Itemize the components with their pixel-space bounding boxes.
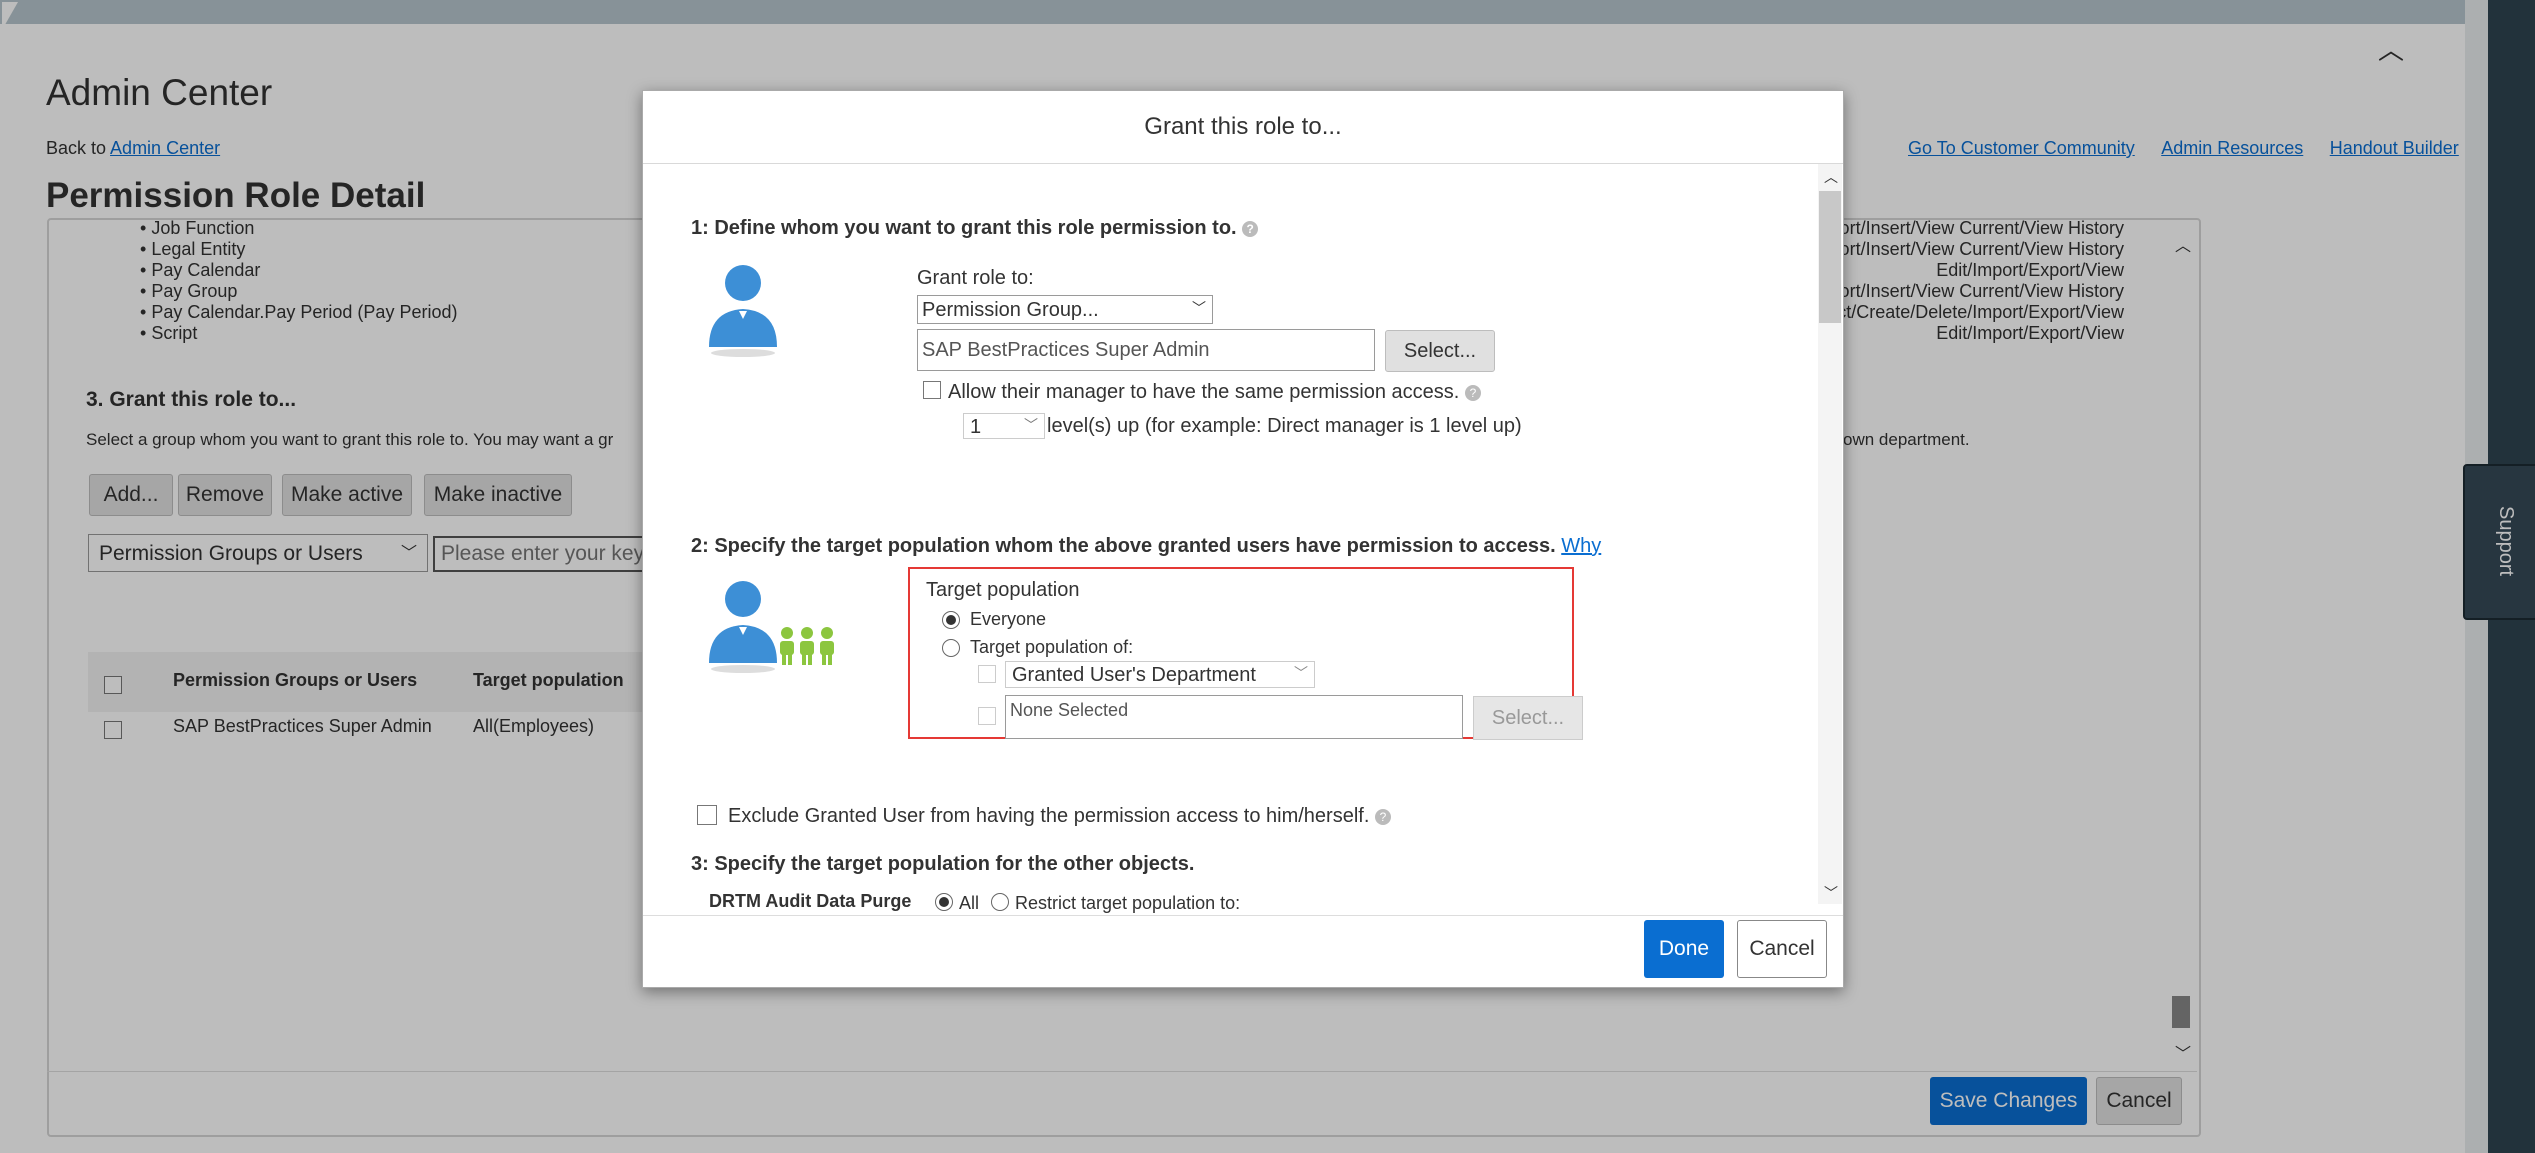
grant-role-dialog: Grant this role to... ︿ ﹀ 1: Define whom… — [642, 90, 1844, 988]
target-of-label: Target population of: — [970, 637, 1134, 657]
target-population-icon — [703, 577, 853, 682]
drtm-label: DRTM Audit Data Purge — [709, 891, 912, 911]
done-button[interactable]: Done — [1644, 920, 1724, 978]
level-value: 1 — [970, 416, 982, 438]
help-icon[interactable]: ? — [1374, 808, 1391, 825]
grant-type-value: Permission Group... — [922, 299, 1099, 321]
dialog-title: Grant this role to... — [643, 91, 1843, 164]
dialog-footer-divider — [643, 915, 1843, 916]
allow-manager-label: Allow their manager to have the same per… — [948, 381, 1481, 404]
dialog-scrollbar-thumb[interactable] — [1819, 191, 1841, 323]
target-population-box: Target population Everyone Target popula… — [908, 567, 1583, 740]
chevron-down-icon: ﹀ — [1024, 417, 1038, 433]
why-link[interactable]: Why — [1561, 535, 1601, 557]
grant-select-button[interactable]: Select... — [1385, 330, 1495, 372]
help-icon[interactable]: ? — [1242, 220, 1259, 237]
department-checkbox[interactable] — [978, 665, 996, 683]
grant-type-select[interactable]: Permission Group... ﹀ — [917, 295, 1213, 324]
target-select-button[interactable]: Select... — [1473, 696, 1583, 740]
all-radio[interactable] — [935, 893, 953, 911]
everyone-radio[interactable] — [942, 611, 960, 629]
allow-manager-checkbox[interactable] — [923, 381, 941, 399]
exclude-user-label: Exclude Granted User from having the per… — [728, 805, 1391, 828]
all-label: All — [959, 893, 980, 913]
none-selected-checkbox[interactable] — [978, 707, 996, 725]
granted-user-icon — [703, 261, 783, 366]
department-select[interactable]: Granted User's Department ﹀ — [1005, 661, 1315, 688]
dialog-cancel-button[interactable]: Cancel — [1737, 920, 1827, 978]
grant-value-field[interactable] — [917, 329, 1375, 371]
level-description: level(s) up (for example: Direct manager… — [1047, 415, 1522, 437]
allow-manager-text: Allow their manager to have the same per… — [948, 381, 1460, 403]
exclude-user-text: Exclude Granted User from having the per… — [728, 805, 1370, 827]
step1-heading: 1: Define whom you want to grant this ro… — [691, 217, 1259, 240]
level-select[interactable]: 1 ﹀ — [963, 413, 1045, 439]
dialog-scroll-up-icon[interactable]: ︿ — [1824, 167, 1838, 187]
none-selected-field[interactable]: None Selected — [1005, 695, 1463, 739]
step3-heading: 3: Specify the target population for the… — [691, 853, 1195, 875]
chevron-down-icon: ﹀ — [1192, 300, 1206, 316]
help-icon[interactable]: ? — [1464, 384, 1481, 401]
restrict-label: Restrict target population to: — [1015, 893, 1241, 913]
step2-heading: 2: Specify the target population whom th… — [691, 535, 1601, 558]
dialog-scroll-down-icon[interactable]: ﹀ — [1824, 883, 1838, 903]
exclude-user-checkbox[interactable] — [697, 805, 717, 825]
target-population-label: Target population — [926, 579, 1080, 601]
step2-text: 2: Specify the target population whom th… — [691, 535, 1556, 557]
department-value: Granted User's Department — [1012, 664, 1256, 686]
restrict-radio[interactable] — [991, 893, 1009, 911]
grant-role-to-label: Grant role to: — [917, 267, 1034, 289]
step1-text: 1: Define whom you want to grant this ro… — [691, 217, 1237, 239]
target-of-radio[interactable] — [942, 639, 960, 657]
everyone-label: Everyone — [970, 609, 1047, 629]
chevron-down-icon: ﹀ — [1294, 665, 1308, 681]
